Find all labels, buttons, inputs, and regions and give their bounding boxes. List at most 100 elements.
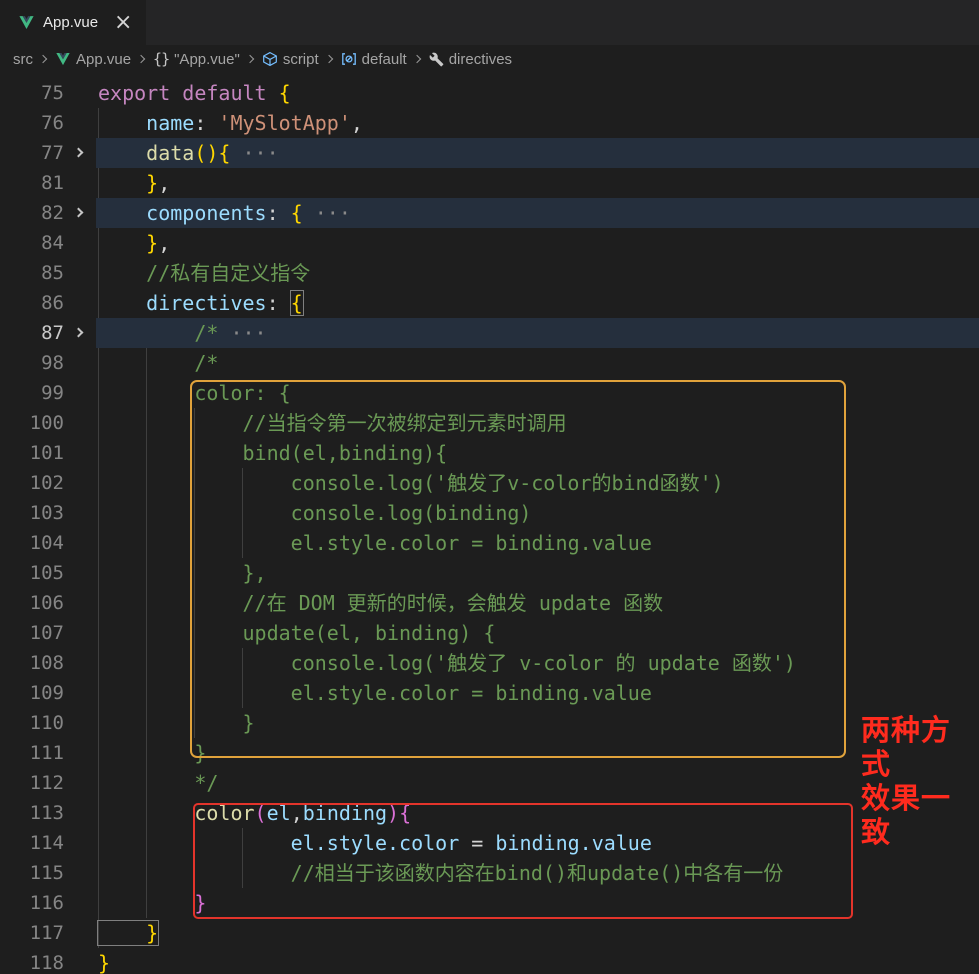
code-text[interactable]: } [96, 918, 979, 948]
fold-chevron-icon[interactable] [73, 147, 84, 158]
gutter: 109 [0, 678, 96, 708]
code-text[interactable]: //当指令第一次被绑定到元素时调用 [96, 408, 979, 438]
symbol-variable-icon [341, 51, 357, 67]
fold-cell [64, 888, 96, 918]
breadcrumb-item-default[interactable]: default [341, 51, 407, 68]
gutter: 101 [0, 438, 96, 468]
line-number: 109 [29, 682, 64, 704]
line-number: 86 [41, 292, 64, 314]
vue-logo-icon [19, 16, 34, 30]
gutter: 85 [0, 258, 96, 288]
fold-chevron-icon[interactable] [73, 327, 84, 338]
code-text[interactable]: data(){ ··· [96, 138, 979, 168]
gutter: 115 [0, 858, 96, 888]
code-text[interactable]: /* [96, 348, 979, 378]
code-line: 102 console.log('触发了v-color的bind函数') [0, 468, 979, 498]
gutter: 110 [0, 708, 96, 738]
tab-app-vue[interactable]: App.vue × [0, 0, 147, 45]
code-line: 114 el.style.color = binding.value [0, 828, 979, 858]
line-number: 82 [41, 202, 64, 224]
line-number: 75 [41, 82, 64, 104]
chevron-right-icon [136, 54, 146, 64]
breadcrumb-item-script[interactable]: script [262, 51, 319, 68]
breadcrumb: src App.vue {} "App.vue" script default … [0, 45, 979, 73]
code-text[interactable]: bind(el,binding){ [96, 438, 979, 468]
code-line: 105 }, [0, 558, 979, 588]
code-text[interactable]: //相当于该函数内容在bind()和update()中各有一份 [96, 858, 979, 888]
code-text[interactable]: */ [96, 768, 979, 798]
fold-cell [64, 528, 96, 558]
gutter: 114 [0, 828, 96, 858]
gutter: 117 [0, 918, 96, 948]
chevron-right-icon [38, 54, 48, 64]
code-line: 115 //相当于该函数内容在bind()和update()中各有一份 [0, 858, 979, 888]
code-line: 106 //在 DOM 更新的时候，会触发 update 函数 [0, 588, 979, 618]
code-text[interactable]: directives: { [96, 288, 979, 318]
line-number: 116 [29, 892, 64, 914]
line-number: 117 [29, 922, 64, 944]
code-text[interactable]: el.style.color = binding.value [96, 528, 979, 558]
line-number: 100 [29, 412, 64, 434]
line-number: 107 [29, 622, 64, 644]
code-text[interactable]: } [96, 738, 979, 768]
close-icon[interactable]: × [114, 11, 132, 34]
fold-chevron-icon[interactable] [73, 207, 84, 218]
gutter: 103 [0, 498, 96, 528]
line-number: 84 [41, 232, 64, 254]
code-line: 110 } [0, 708, 979, 738]
code-line: 84 }, [0, 228, 979, 258]
gutter: 104 [0, 528, 96, 558]
line-number: 115 [29, 862, 64, 884]
code-text[interactable]: el.style.color = binding.value [96, 678, 979, 708]
breadcrumb-item-src[interactable]: src [13, 51, 33, 68]
code-line: 100 //当指令第一次被绑定到元素时调用 [0, 408, 979, 438]
vscode-editor-window: { "colors": { "editor_bg": "#1e1e1e", "t… [0, 0, 979, 974]
code-text[interactable]: console.log('触发了 v-color 的 update 函数') [96, 648, 979, 678]
code-line: 86 directives: { [0, 288, 979, 318]
chevron-right-icon [245, 54, 255, 64]
line-number: 106 [29, 592, 64, 614]
fold-cell [64, 288, 96, 318]
code-text[interactable]: }, [96, 228, 979, 258]
code-text[interactable]: console.log('触发了v-color的bind函数') [96, 468, 979, 498]
fold-cell [64, 948, 96, 974]
fold-cell [64, 588, 96, 618]
fold-cell [64, 798, 96, 828]
breadcrumb-item-directives[interactable]: directives [429, 51, 512, 68]
code-text[interactable]: }, [96, 168, 979, 198]
code-text[interactable]: components: { ··· [96, 198, 979, 228]
code-text[interactable]: color: { [96, 378, 979, 408]
code-line: 116 } [0, 888, 979, 918]
code-text[interactable]: } [96, 708, 979, 738]
wrench-icon [429, 52, 444, 67]
fold-cell [64, 498, 96, 528]
code-text[interactable]: export default { [96, 78, 979, 108]
code-text[interactable]: el.style.color = binding.value [96, 828, 979, 858]
fold-cell [64, 858, 96, 888]
code-text[interactable]: }, [96, 558, 979, 588]
line-number: 112 [29, 772, 64, 794]
code-text[interactable]: console.log(binding) [96, 498, 979, 528]
breadcrumb-item-app-vue[interactable]: App.vue [55, 51, 131, 68]
line-number: 77 [41, 142, 64, 164]
code-text[interactable]: name: 'MySlotApp', [96, 108, 979, 138]
fold-cell [64, 348, 96, 378]
line-number: 105 [29, 562, 64, 584]
gutter: 75 [0, 78, 96, 108]
code-line: 104 el.style.color = binding.value [0, 528, 979, 558]
annotation-side-label: 两种方式 效果一致 [861, 715, 952, 849]
breadcrumb-item-app-vue-quoted[interactable]: {} "App.vue" [153, 50, 240, 68]
gutter: 113 [0, 798, 96, 828]
code-text[interactable]: /* ··· [96, 318, 979, 348]
code-text[interactable]: } [96, 888, 979, 918]
code-text[interactable]: } [96, 948, 979, 974]
code-text[interactable]: //私有自定义指令 [96, 258, 979, 288]
code-line: 75 export default { [0, 78, 979, 108]
code-text[interactable]: //在 DOM 更新的时候，会触发 update 函数 [96, 588, 979, 618]
code-text[interactable]: color(el,binding){ [96, 798, 979, 828]
code-text[interactable]: update(el, binding) { [96, 618, 979, 648]
code-line: 76 name: 'MySlotApp', [0, 108, 979, 138]
module-cube-icon [262, 51, 278, 67]
tab-bar: App.vue × [0, 0, 979, 45]
line-number: 102 [29, 472, 64, 494]
